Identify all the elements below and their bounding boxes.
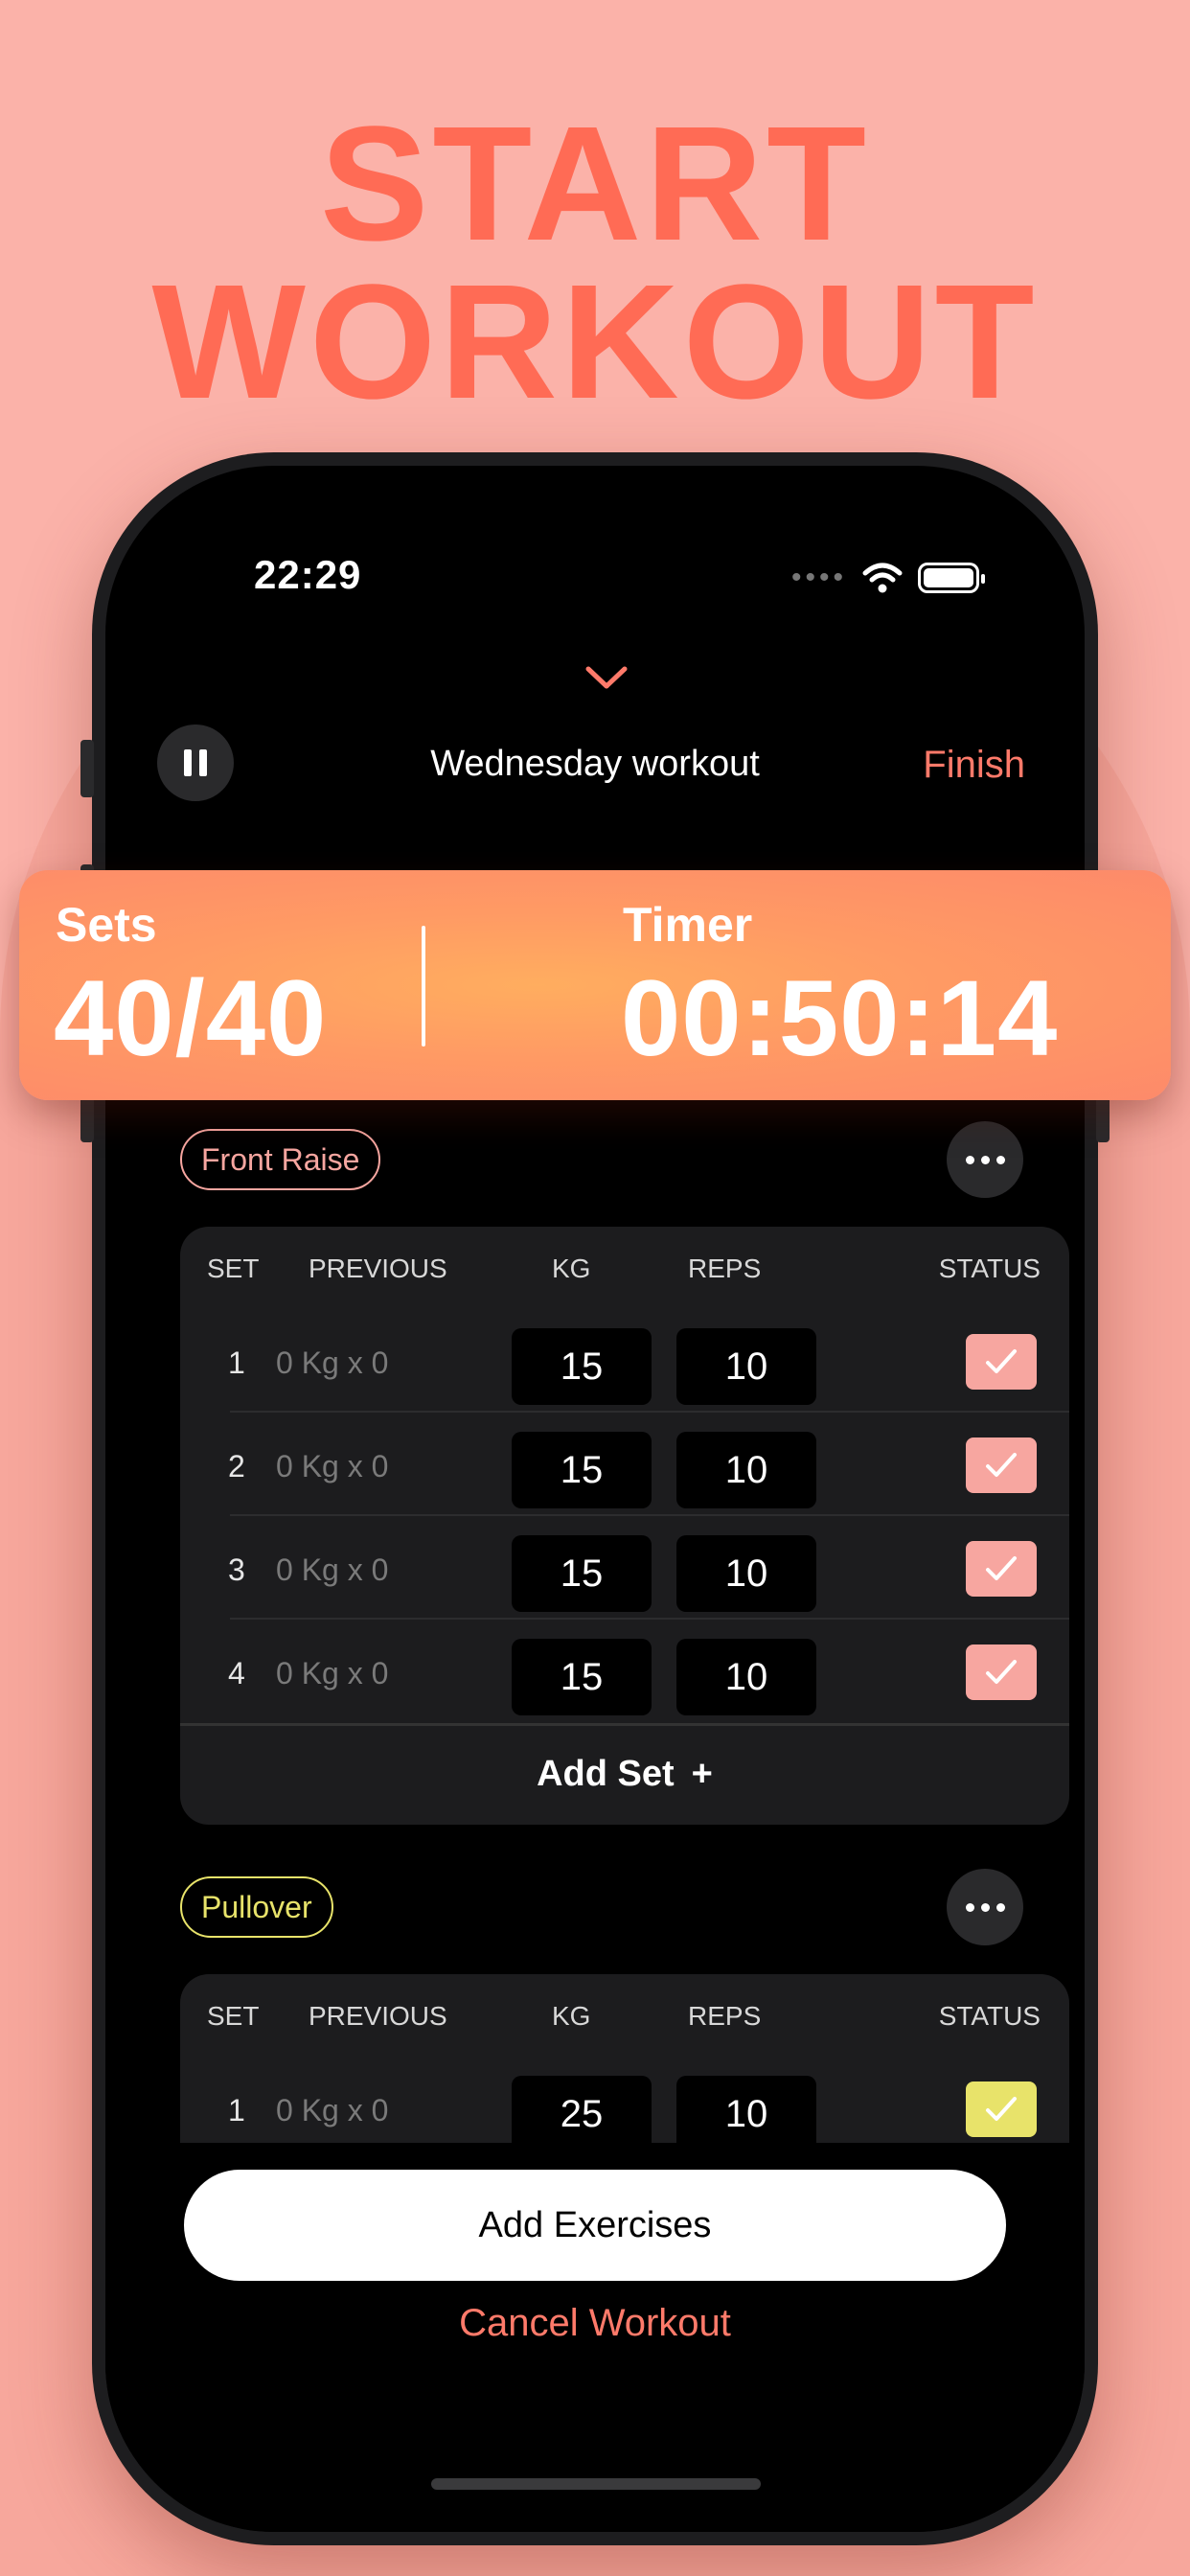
mute-switch: [80, 740, 94, 797]
checkmark-icon: [986, 1349, 1017, 1373]
headline-line-2: WORKOUT: [151, 251, 1039, 433]
previous-value: 0 Kg x 0: [276, 2093, 389, 2128]
add-set-button[interactable]: Add Set +: [180, 1723, 1069, 1823]
header-previous: PREVIOUS: [309, 2001, 447, 2031]
table-row: 4 0 Kg x 0 15 10: [180, 1620, 1069, 1723]
previous-value: 0 Kg x 0: [276, 1552, 389, 1587]
reps-input[interactable]: 10: [676, 1328, 816, 1405]
reps-input[interactable]: 10: [676, 1432, 816, 1508]
status-checkbox[interactable]: [966, 1438, 1037, 1493]
status-checkbox[interactable]: [966, 1334, 1037, 1390]
wifi-icon: [862, 563, 903, 593]
status-checkbox[interactable]: [966, 2082, 1037, 2137]
exercise-tag-pullover[interactable]: Pullover: [180, 1876, 333, 1938]
table-header: SET PREVIOUS KG REPS STATUS: [180, 1254, 1069, 1292]
kg-input[interactable]: 15: [512, 1639, 652, 1715]
table-row: 2 0 Kg x 0 15 10: [180, 1413, 1069, 1516]
header-reps: REPS: [688, 2001, 762, 2031]
sets-label: Sets: [56, 898, 157, 952]
home-indicator[interactable]: [431, 2478, 761, 2490]
set-number: 4: [228, 1656, 245, 1690]
status-checkbox[interactable]: [966, 1541, 1037, 1597]
header-reps: REPS: [688, 1254, 762, 1283]
previous-value: 0 Kg x 0: [276, 1449, 389, 1484]
sets-value: 40/40: [54, 958, 328, 1078]
signal-icon: ••••: [790, 562, 847, 593]
battery-icon: [918, 563, 985, 593]
checkmark-icon: [986, 1660, 1017, 1684]
checkmark-icon: [986, 2097, 1017, 2121]
promo-headline: START WORKOUT: [0, 93, 1190, 433]
header-previous: PREVIOUS: [309, 1254, 447, 1283]
set-number: 3: [228, 1552, 245, 1587]
more-icon: [965, 1902, 974, 1912]
kg-input[interactable]: 25: [512, 2076, 652, 2152]
previous-value: 0 Kg x 0: [276, 1346, 389, 1380]
reps-input[interactable]: 10: [676, 1639, 816, 1715]
add-exercises-button[interactable]: Add Exercises: [184, 2170, 1006, 2281]
exercise-more-button[interactable]: [947, 1869, 1023, 1945]
table-header: SET PREVIOUS KG REPS STATUS: [180, 2001, 1069, 2039]
timer-label: Timer: [623, 898, 753, 952]
header-set: SET: [207, 1254, 260, 1283]
reps-input[interactable]: 10: [676, 1535, 816, 1612]
phone-screen: 22:29 •••• Wednesday workout Finish Fron…: [105, 466, 1085, 2532]
headline-line-1: START: [320, 93, 870, 275]
set-number: 2: [228, 1449, 245, 1484]
add-set-label: Add Set: [537, 1754, 675, 1794]
status-checkbox[interactable]: [966, 1644, 1037, 1700]
checkmark-icon: [986, 1556, 1017, 1580]
header-status: STATUS: [938, 2001, 1041, 2031]
more-icon: [965, 1155, 974, 1164]
sets-table-front-raise: SET PREVIOUS KG REPS STATUS 1 0 Kg x 0 1…: [180, 1227, 1069, 1825]
status-time: 22:29: [254, 552, 362, 597]
cancel-workout-button[interactable]: Cancel Workout: [105, 2302, 1085, 2345]
timer-value: 00:50:14: [621, 958, 1059, 1078]
table-row: 1 0 Kg x 0 15 10: [180, 1309, 1069, 1413]
table-row: 3 0 Kg x 0 15 10: [180, 1516, 1069, 1620]
header-set: SET: [207, 2001, 260, 2031]
header-kg: KG: [552, 1254, 591, 1283]
previous-value: 0 Kg x 0: [276, 1656, 389, 1690]
kg-input[interactable]: 15: [512, 1535, 652, 1612]
header-kg: KG: [552, 2001, 591, 2031]
workout-stats-banner: Sets 40/40 Timer 00:50:14: [19, 870, 1171, 1100]
phone-frame: 22:29 •••• Wednesday workout Finish Fron…: [80, 452, 1110, 2545]
reps-input[interactable]: 10: [676, 2076, 816, 2152]
header-status: STATUS: [938, 1254, 1041, 1283]
status-icons: ••••: [790, 562, 985, 594]
exercise-tag-front-raise[interactable]: Front Raise: [180, 1129, 381, 1190]
set-number: 1: [228, 2093, 245, 2128]
chevron-down-icon[interactable]: [584, 665, 629, 692]
finish-button[interactable]: Finish: [923, 744, 1025, 787]
checkmark-icon: [986, 1453, 1017, 1477]
kg-input[interactable]: 15: [512, 1328, 652, 1405]
exercise-more-button[interactable]: [947, 1121, 1023, 1198]
kg-input[interactable]: 15: [512, 1432, 652, 1508]
set-number: 1: [228, 1346, 245, 1380]
stats-divider: [422, 926, 425, 1046]
plus-icon: +: [691, 1754, 713, 1794]
